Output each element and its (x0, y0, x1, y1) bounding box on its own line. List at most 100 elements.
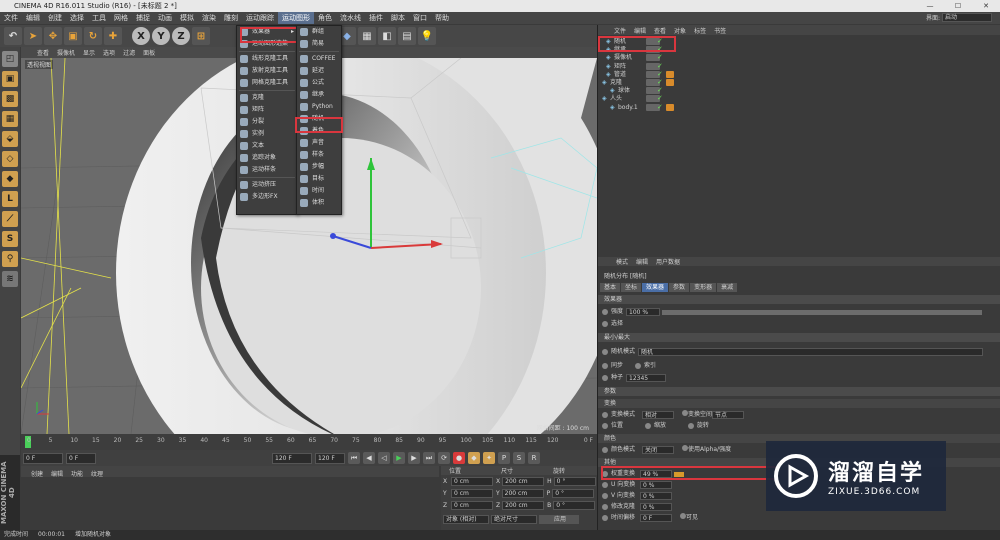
attribute-tab[interactable]: 坐标 (621, 283, 642, 292)
position-checkbox[interactable] (602, 422, 608, 429)
transform-mode-anim-dot[interactable] (602, 411, 608, 418)
random-mode-anim-dot[interactable] (602, 348, 608, 355)
next-key-icon[interactable]: ▶ (408, 452, 420, 464)
play-back-icon[interactable]: ◁ (378, 452, 390, 464)
key-rot-icon[interactable]: R (528, 452, 540, 464)
attribute-tab[interactable]: 基本 (600, 283, 621, 292)
material-tab[interactable]: 编辑 (51, 469, 63, 478)
menu-17[interactable]: 窗口 (409, 12, 431, 24)
preview-end-field[interactable]: 120 F (315, 452, 345, 464)
select-arrow-icon[interactable]: ➤ (24, 27, 42, 45)
effectors-item[interactable]: 简易 (297, 38, 341, 50)
goto-start-icon[interactable]: ⏮ (348, 452, 360, 464)
seed-anim-dot[interactable] (602, 374, 608, 381)
attribute-menu-item[interactable]: 编辑 (632, 257, 652, 266)
object-tag-icon[interactable] (666, 79, 674, 86)
attribute-tab[interactable]: 效果器 (642, 283, 669, 292)
coord-rotation-field[interactable]: 0 ° (553, 476, 596, 486)
deformer-icon[interactable]: ◧ (378, 27, 396, 45)
mograph-item[interactable]: 实例 (237, 128, 297, 140)
viewport-menu-item[interactable]: 面板 (139, 48, 159, 57)
attribute-tab[interactable]: 变形器 (690, 283, 717, 292)
workplane-icon[interactable]: ▦ (2, 111, 18, 127)
layout-select[interactable]: 启动 (942, 13, 992, 22)
move-icon[interactable]: ✥ (44, 27, 62, 45)
v-anim-dot[interactable] (602, 492, 608, 499)
effectors-item[interactable]: 继承 (297, 89, 341, 101)
coord-position-field[interactable]: 0 cm (451, 500, 493, 510)
mograph-item[interactable]: 放射克隆工具 (237, 65, 297, 77)
menu-8[interactable]: 模拟 (176, 12, 198, 24)
apply-button[interactable]: 应用 (539, 514, 579, 524)
viewport-menu-item[interactable]: 显示 (79, 48, 99, 57)
menu-10[interactable]: 雕刻 (220, 12, 242, 24)
coordinate-system-icon[interactable]: ⊞ (192, 27, 210, 45)
index-checkbox[interactable] (634, 362, 641, 369)
menu-13[interactable]: 角色 (314, 12, 336, 24)
effectors-item[interactable]: 体积 (297, 197, 341, 209)
rotation-checkbox[interactable] (687, 422, 694, 429)
modify-clone-field[interactable]: 0 % (640, 503, 672, 511)
strength-slider[interactable] (662, 310, 982, 315)
effectors-item[interactable]: 步幅 (297, 161, 341, 173)
effectors-item[interactable]: 目标 (297, 173, 341, 185)
object-menu-item[interactable]: 标签 (690, 26, 710, 35)
object-row[interactable]: ◈ body.1 ✓ (598, 103, 1000, 112)
menu-9[interactable]: 渲染 (198, 12, 220, 24)
menu-5[interactable]: 网格 (110, 12, 132, 24)
x-axis-button[interactable]: X (132, 27, 150, 45)
coord-size-field[interactable]: 200 cm (502, 476, 545, 486)
transform-mode-select[interactable]: 相对 (642, 411, 674, 419)
menu-6[interactable]: 捕捉 (132, 12, 154, 24)
size-mode-select[interactable]: 绝对尺寸 (491, 514, 537, 524)
seed-field[interactable]: 12345 (626, 374, 666, 382)
edges-mode-icon[interactable]: ◇ (2, 151, 18, 167)
object-menu-item[interactable]: 书签 (710, 26, 730, 35)
menu-3[interactable]: 选择 (66, 12, 88, 24)
transform-space-select[interactable]: 节点 (712, 411, 744, 419)
viewport-menu-item[interactable]: 查看 (33, 48, 53, 57)
maximize-button[interactable]: ☐ (944, 0, 972, 12)
mograph-item[interactable]: 运动样条 (237, 164, 297, 176)
sync-checkbox[interactable] (602, 362, 608, 369)
section-transform[interactable]: 变换 (598, 399, 1000, 408)
key-scale-icon[interactable]: S (513, 452, 525, 464)
mograph-item[interactable]: 文本 (237, 140, 297, 152)
material-tab[interactable]: 纹理 (91, 469, 103, 478)
light-icon[interactable]: 💡 (418, 27, 436, 45)
z-axis-button[interactable]: Z (172, 27, 190, 45)
mograph-item[interactable]: 运动挤压 (237, 179, 297, 191)
object-menu-item[interactable]: 编辑 (630, 26, 650, 35)
key-pos-icon[interactable]: P (498, 452, 510, 464)
end-frame-field[interactable]: 120 F (272, 452, 312, 464)
mograph-item[interactable]: 线形克隆工具 (237, 53, 297, 65)
make-editable-icon[interactable]: ◰ (2, 51, 18, 67)
menu-12[interactable]: 运动图形 (278, 12, 314, 24)
mograph-item[interactable]: 网格克隆工具 (237, 77, 297, 89)
keyframe-icon[interactable]: ◆ (468, 452, 480, 464)
viewport-menu-item[interactable]: 过滤 (119, 48, 139, 57)
model-mode-icon[interactable]: ▣ (2, 71, 18, 87)
menu-4[interactable]: 工具 (88, 12, 110, 24)
grid-icon[interactable]: ≋ (2, 271, 18, 287)
points-mode-icon[interactable]: ⬙ (2, 131, 18, 147)
object-tag-icon[interactable] (666, 103, 674, 111)
coord-size-field[interactable]: 200 cm (501, 488, 544, 498)
sculpt-icon[interactable]: ⚲ (2, 251, 18, 267)
current-frame-field[interactable]: 0 F (66, 452, 96, 464)
mograph-item[interactable]: 分裂 (237, 116, 297, 128)
record-icon[interactable]: ● (453, 452, 465, 464)
effectors-item[interactable]: COFFEE (297, 53, 341, 65)
object-tag-icon[interactable] (666, 70, 674, 78)
nurbs-icon[interactable]: ▦ (358, 27, 376, 45)
menu-0[interactable]: 文件 (0, 12, 22, 24)
viewport-menu-item[interactable]: 摄像机 (53, 48, 79, 57)
menu-2[interactable]: 创建 (44, 12, 66, 24)
menu-18[interactable]: 帮助 (431, 12, 453, 24)
effectors-item[interactable]: 时间 (297, 185, 341, 197)
loop-icon[interactable]: ⟳ (438, 452, 450, 464)
rotate-icon[interactable]: ↻ (84, 27, 102, 45)
coord-mode-select[interactable]: 对象 (相对) (443, 514, 489, 524)
goto-end-icon[interactable]: ⏭ (423, 452, 435, 464)
effectors-item[interactable]: 公式 (297, 77, 341, 89)
